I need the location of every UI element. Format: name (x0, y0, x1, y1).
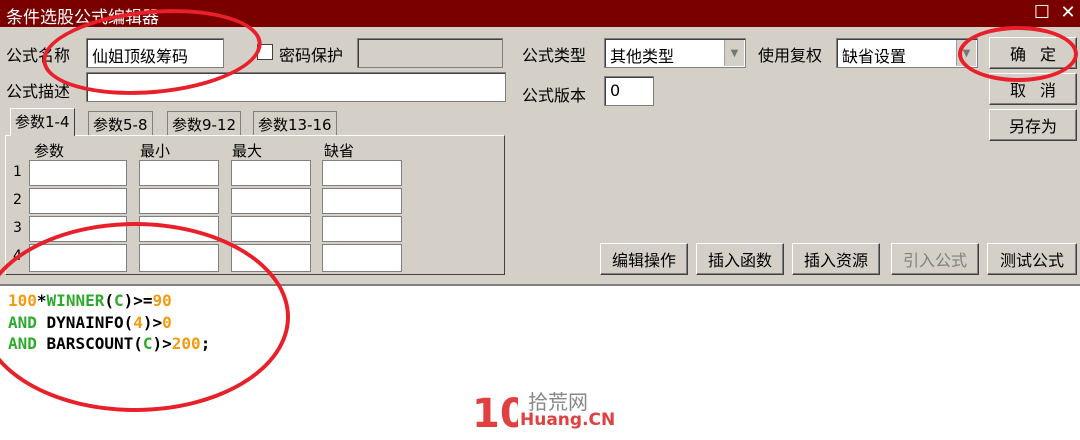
watermark-logo: 10 (472, 391, 518, 435)
code-token: )> (152, 334, 172, 353)
code-token: )>= (123, 291, 153, 310)
param-row-number: 3 (13, 220, 22, 236)
code-token: WINNER (46, 291, 105, 310)
param-header-name: 参数 (34, 142, 65, 160)
code-token: * (36, 291, 47, 310)
tab-params-9-12[interactable]: 参数9-12 (167, 111, 242, 136)
param-max-input[interactable] (231, 160, 311, 186)
password-checkbox[interactable] (257, 44, 273, 60)
watermark-domain: Huang.CN (520, 410, 616, 430)
formula-name-input[interactable]: 仙姐顶级筹码 (86, 38, 224, 68)
param-name-input[interactable] (29, 160, 127, 186)
param-header-max: 最大 (232, 142, 263, 160)
param-name-input[interactable] (29, 188, 127, 214)
code-token: 200 (171, 334, 201, 353)
edit-ops-button[interactable]: 编辑操作 (600, 243, 688, 275)
insert-function-button[interactable]: 插入函数 (696, 243, 784, 275)
param-header-min: 最小 (140, 142, 171, 160)
insert-resource-button[interactable]: 插入资源 (792, 243, 880, 275)
param-row-number: 4 (13, 248, 22, 264)
param-max-input[interactable] (231, 216, 311, 242)
save-as-button[interactable]: 另存为 (989, 109, 1077, 141)
formula-desc-input[interactable] (86, 72, 506, 102)
code-token: ( (104, 291, 114, 310)
rights-label: 使用复权 (758, 46, 823, 65)
param-row-number: 1 (13, 164, 22, 180)
param-min-input[interactable] (139, 160, 219, 186)
param-min-input[interactable] (139, 244, 219, 272)
param-default-input[interactable] (322, 244, 402, 272)
test-formula-button[interactable]: 测试公式 (987, 243, 1077, 275)
code-token: AND (8, 334, 37, 353)
code-token: C (142, 334, 153, 353)
param-default-input[interactable] (322, 160, 402, 186)
code-token: 4 (133, 312, 143, 332)
param-default-input[interactable] (322, 216, 402, 242)
tab-params-13-16[interactable]: 参数13-16 (253, 111, 337, 136)
window-title: 条件选股公式编辑器 (6, 8, 159, 28)
formula-version-input[interactable]: 0 (604, 76, 654, 106)
formula-type-label: 公式类型 (522, 46, 587, 65)
code-token: 0 (162, 312, 172, 332)
param-min-input[interactable] (139, 216, 219, 242)
code-token: BARSCOUNT( (36, 334, 143, 353)
watermark-logo-text: 10 (472, 391, 518, 435)
maximize-icon[interactable]: ☐ (1030, 1, 1054, 25)
param-name-input[interactable] (29, 244, 127, 272)
code-line: AND BARSCOUNT(C)>200; (8, 333, 210, 355)
code-line: 100*WINNER(C)>=90 (8, 290, 210, 312)
code-text: 100*WINNER(C)>=90 AND DYNAINFO(4)>0 AND BA… (8, 290, 210, 355)
param-name-input[interactable] (29, 216, 127, 242)
code-line: AND DYNAINFO(4)>0 (8, 312, 210, 334)
chevron-down-icon[interactable]: ▼ (956, 40, 976, 66)
tab-params-1-4[interactable]: 参数1-4 (10, 108, 75, 136)
code-token: DYNAINFO( (36, 312, 134, 332)
title-bar: 条件选股公式编辑器 ☐ ✕ (0, 0, 1080, 28)
code-token: 100 (8, 291, 37, 310)
code-token: 90 (152, 291, 172, 310)
rights-value: 缺省设置 (842, 47, 907, 66)
cancel-button[interactable]: 取消 (989, 73, 1077, 105)
password-label: 密码保护 (279, 46, 344, 65)
formula-type-select[interactable]: 其他类型 ▼ (604, 38, 746, 68)
import-formula-button[interactable]: 引入公式 (891, 243, 979, 275)
code-token: AND (8, 312, 37, 332)
param-row-number: 2 (13, 192, 22, 208)
code-token: )> (142, 312, 163, 332)
rights-select[interactable]: 缺省设置 ▼ (836, 38, 978, 68)
formula-name-label: 公式名称 (6, 46, 71, 65)
param-min-input[interactable] (139, 188, 219, 214)
tab-params-5-8[interactable]: 参数5-8 (88, 111, 153, 136)
param-max-input[interactable] (231, 188, 311, 214)
formula-version-label: 公式版本 (522, 86, 587, 105)
close-icon[interactable]: ✕ (1056, 1, 1080, 25)
ok-button[interactable]: 确定 (989, 37, 1077, 69)
formula-type-value: 其他类型 (610, 47, 675, 66)
param-header-default: 缺省 (324, 142, 355, 160)
code-token: ; (200, 334, 211, 353)
chevron-down-icon[interactable]: ▼ (724, 40, 744, 66)
password-input[interactable] (357, 38, 503, 68)
param-default-input[interactable] (322, 188, 402, 214)
code-token: C (113, 291, 124, 310)
formula-desc-label: 公式描述 (6, 82, 71, 101)
param-max-input[interactable] (231, 244, 311, 272)
